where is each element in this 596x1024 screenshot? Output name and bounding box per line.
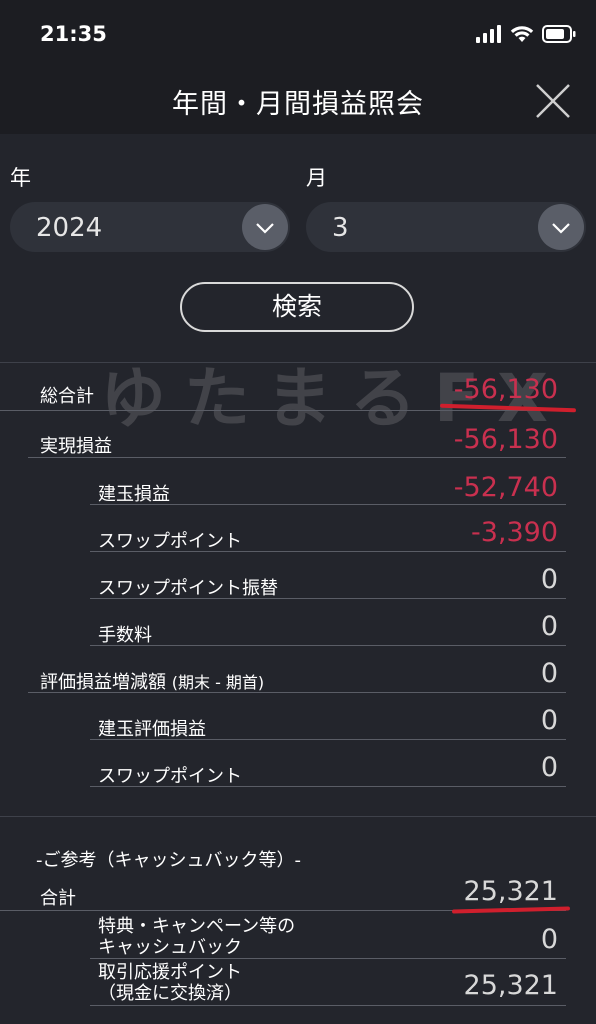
points-label-line1: 取引応援ポイント (98, 962, 242, 983)
cashback-label-line2: キャッシュバック (98, 937, 242, 958)
reference-total-label: 合計 (40, 888, 76, 909)
row-divider (90, 1005, 566, 1006)
year-select[interactable]: 2024 (10, 202, 290, 252)
close-icon (536, 84, 570, 118)
points-label: 取引応援ポイント （現金に交換済） (98, 962, 242, 1004)
total-label: 総合計 (40, 386, 94, 407)
swap-valuation-label: スワップポイント (98, 766, 242, 787)
fee-value: 0 (540, 611, 558, 642)
valuation-change-label-main: 評価損益増減額 (40, 672, 166, 693)
position-pl-value: -52,740 (453, 472, 558, 503)
chevron-down-icon (256, 223, 274, 234)
month-select-value: 3 (332, 213, 349, 243)
reference-total-value: 25,321 (463, 876, 558, 907)
row-divider (90, 645, 566, 646)
status-bar: 21:35 (0, 0, 596, 70)
battery-icon (542, 25, 576, 43)
realized-pl-label: 実現損益 (40, 436, 112, 457)
section-divider (0, 816, 596, 817)
swap-point-label: スワップポイント (98, 531, 242, 552)
total-value: -56,130 (453, 374, 558, 405)
month-select[interactable]: 3 (306, 202, 586, 252)
search-button[interactable]: 検索 (180, 282, 414, 332)
wifi-icon (510, 26, 534, 42)
swap-transfer-label: スワップポイント振替 (98, 578, 278, 599)
cashback-label-line1: 特典・キャンペーン等の (98, 916, 296, 937)
highlight-underline (451, 906, 571, 914)
row-divider (28, 457, 566, 458)
reference-title: -ご参考（キャッシュバック等）- (36, 850, 301, 871)
cashback-label: 特典・キャンペーン等の キャッシュバック (98, 916, 295, 958)
chevron-down-icon (552, 223, 570, 234)
valuation-change-value: 0 (540, 658, 558, 689)
row-divider (90, 786, 566, 787)
row-divider (90, 598, 566, 599)
position-valuation-label: 建玉評価損益 (98, 719, 206, 740)
year-label: 年 (10, 166, 31, 190)
points-label-line2: （現金に交換済） (98, 983, 242, 1004)
row-divider (90, 958, 566, 959)
fee-label: 手数料 (98, 625, 152, 646)
swap-transfer-value: 0 (540, 564, 558, 595)
row-divider (0, 410, 566, 411)
status-icons (476, 24, 576, 44)
year-select-value: 2024 (36, 213, 103, 243)
close-button[interactable] (534, 82, 572, 120)
swap-point-value: -3,390 (470, 517, 558, 548)
month-dropdown-button[interactable] (538, 204, 584, 250)
status-time: 21:35 (40, 22, 107, 46)
valuation-change-label: 評価損益増減額 (期末 - 期首) (40, 668, 264, 694)
header-bar: 年間・月間損益照会 (0, 70, 596, 134)
row-divider (90, 739, 566, 740)
row-divider (90, 504, 566, 505)
position-pl-label: 建玉損益 (98, 484, 170, 505)
page-title: 年間・月間損益照会 (172, 89, 424, 120)
year-dropdown-button[interactable] (242, 204, 288, 250)
signal-icon (476, 25, 501, 43)
position-valuation-value: 0 (540, 705, 558, 736)
swap-valuation-value: 0 (540, 752, 558, 783)
row-divider (28, 692, 566, 693)
row-divider (90, 551, 566, 552)
valuation-change-label-sub: (期末 - 期首) (171, 673, 265, 692)
cashback-value: 0 (540, 924, 558, 955)
realized-pl-value: -56,130 (453, 424, 558, 455)
month-label: 月 (306, 166, 327, 190)
points-value: 25,321 (463, 970, 558, 1001)
